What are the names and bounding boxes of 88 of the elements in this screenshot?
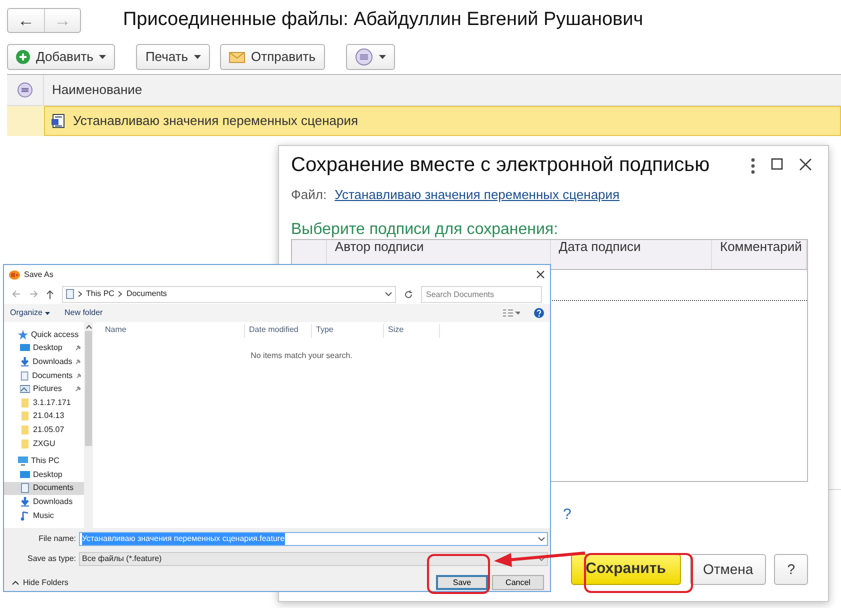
refresh-icon[interactable] (404, 290, 413, 298)
sidebar-item[interactable]: Downloads (4, 355, 84, 369)
window-title: Присоединенные файлы: Абайдуллин Евгений Рушанович (123, 8, 644, 32)
close-icon[interactable] (536, 270, 545, 279)
send-button[interactable]: Отправить (220, 44, 325, 70)
back-button[interactable]: ← (8, 8, 44, 32)
chevron-down-icon[interactable] (538, 557, 545, 561)
envelope-icon (229, 52, 246, 62)
column-header[interactable]: Name (93, 324, 245, 338)
print-button[interactable]: Печать (136, 44, 210, 70)
table-row[interactable]: Устанавливаю значения переменных сценария (44, 106, 841, 136)
sidebar-item[interactable]: Downloads (4, 495, 84, 509)
document-icon (20, 370, 30, 381)
folder-icon (20, 398, 30, 408)
hide-folders-toggle[interactable]: Hide Folders (23, 576, 68, 588)
more-menu-button[interactable] (346, 44, 395, 70)
save-button[interactable]: Save (436, 575, 488, 590)
sidebar-item[interactable]: 21.05.07 (4, 423, 84, 437)
pictures-icon (20, 384, 30, 394)
computer-icon (18, 456, 28, 466)
save-button[interactable]: Сохранить (570, 554, 681, 585)
download-icon (20, 356, 30, 367)
cancel-button[interactable]: Отмена (690, 554, 766, 585)
up-icon[interactable] (46, 290, 54, 298)
close-icon[interactable] (799, 158, 812, 170)
view-options-icon (502, 309, 520, 317)
sidebar-item[interactable]: Pictures (4, 382, 84, 396)
download-icon (20, 496, 30, 507)
section-title: Выберите подписи для сохранения: (291, 220, 560, 239)
scroll-up-icon[interactable] (86, 325, 92, 329)
path-segment[interactable]: Documents (126, 288, 167, 300)
document-icon (20, 483, 30, 494)
folder-icon (20, 424, 30, 435)
empty-message: No items match your search. (250, 350, 354, 362)
folder-icon (20, 411, 30, 422)
file-label: Файл: (291, 186, 327, 204)
help-icon (534, 308, 544, 318)
add-icon (16, 50, 30, 64)
file-link[interactable]: Устанавливаю значения переменных сценария (334, 185, 620, 204)
save-type-label: Save as type: (26, 553, 76, 565)
desktop-icon (20, 470, 30, 480)
sidebar-item[interactable]: Documents (4, 368, 84, 382)
desktop-icon (20, 343, 30, 354)
sidebar-item[interactable]: Desktop (4, 468, 84, 482)
more-icon[interactable] (751, 158, 755, 174)
dialog-title: Save As (24, 268, 54, 280)
sidebar-item[interactable]: Music (4, 508, 84, 522)
organize-button[interactable]: Organize (10, 307, 42, 319)
column-header[interactable]: Date modified (245, 324, 312, 338)
row-name: Устанавливаю значения переменных сценария (73, 112, 358, 130)
document-icon (66, 289, 74, 299)
search-field[interactable]: Search Documents (421, 286, 542, 302)
sidebar-item[interactable]: Desktop (4, 342, 84, 356)
chevron-up-icon[interactable] (12, 580, 19, 584)
sidebar-item[interactable]: Quick access (4, 328, 84, 342)
path-segment[interactable]: This PC (86, 288, 114, 300)
maximize-icon[interactable] (771, 158, 783, 170)
app-icon (9, 270, 20, 280)
chevron-right-icon (78, 291, 82, 297)
help-button[interactable]: ? (774, 554, 808, 585)
sidebar-item[interactable]: Documents (4, 482, 84, 496)
menu-icon (354, 48, 373, 66)
file-icon (51, 114, 65, 128)
chevron-down-icon (385, 292, 392, 296)
column-header[interactable]: Наименование (44, 80, 142, 100)
sidebar-item[interactable]: 3.1.17.171 (4, 396, 84, 410)
column-header[interactable]: Комментарий (712, 240, 807, 269)
star-icon (18, 330, 28, 340)
column-header[interactable]: Type (312, 324, 384, 338)
chevron-right-icon (118, 291, 122, 297)
file-name-label: File name: (38, 533, 76, 545)
folder-icon (20, 438, 30, 449)
sidebar-item[interactable]: 21.04.13 (4, 410, 84, 424)
table-cell (7, 106, 44, 136)
sidebar-item[interactable]: ZXGU (4, 436, 84, 450)
address-bar[interactable]: This PC Documents (62, 286, 396, 302)
chevron-down-icon[interactable] (538, 537, 545, 541)
help-link[interactable]: ? (563, 504, 572, 526)
add-button[interactable]: Добавить (7, 44, 116, 70)
save-type-dropdown[interactable]: Все файлы (*.feature) (79, 552, 548, 566)
new-folder-button[interactable]: New folder (64, 307, 103, 319)
cancel-button[interactable]: Cancel (492, 575, 544, 590)
column-header[interactable]: Size (384, 324, 440, 338)
dialog-title: Сохранение вместе с электронной подписью (291, 154, 711, 177)
music-icon (20, 510, 30, 521)
sidebar-item[interactable]: This PC (4, 454, 84, 468)
column-menu-icon (17, 82, 33, 98)
highlight-frame (427, 554, 490, 594)
